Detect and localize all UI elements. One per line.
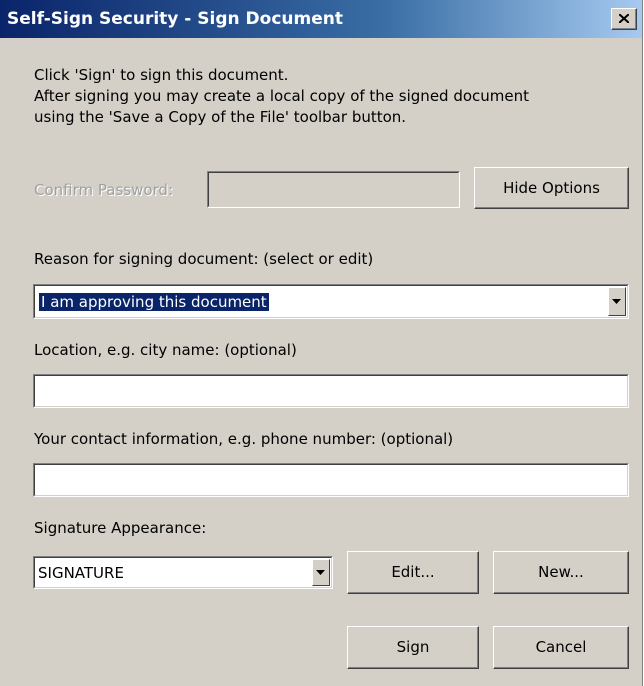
sign-button[interactable]: Sign xyxy=(347,626,479,669)
instruction-line-1: Click 'Sign' to sign this document. xyxy=(34,66,289,84)
chevron-down-icon xyxy=(316,569,325,575)
signature-appearance-dropdown-button[interactable] xyxy=(312,559,330,586)
close-button[interactable] xyxy=(611,8,637,30)
new-appearance-label: New... xyxy=(538,563,584,581)
instruction-line-2: After signing you may create a local cop… xyxy=(34,87,530,105)
close-icon xyxy=(619,14,629,23)
contact-field[interactable] xyxy=(33,463,629,497)
hide-options-label: Hide Options xyxy=(503,179,600,197)
edit-appearance-button[interactable]: Edit... xyxy=(347,551,479,594)
chevron-down-icon xyxy=(612,298,621,304)
signature-appearance-combobox[interactable]: SIGNATURE xyxy=(33,556,333,589)
location-label: Location, e.g. city name: (optional) xyxy=(34,341,297,359)
hide-options-button[interactable]: Hide Options xyxy=(474,167,629,209)
instructions: Click 'Sign' to sign this document. Afte… xyxy=(34,65,529,128)
title-bar[interactable]: Self-Sign Security - Sign Document xyxy=(0,0,642,38)
confirm-password-field[interactable] xyxy=(207,171,460,208)
location-field[interactable] xyxy=(33,374,629,408)
signature-appearance-label: Signature Appearance: xyxy=(34,519,207,537)
reason-combobox[interactable]: I am approving this document xyxy=(33,284,629,319)
new-appearance-button[interactable]: New... xyxy=(493,551,629,594)
contact-label: Your contact information, e.g. phone num… xyxy=(34,430,454,448)
window-title: Self-Sign Security - Sign Document xyxy=(7,9,343,29)
reason-dropdown-button[interactable] xyxy=(608,287,626,316)
sign-document-dialog: Self-Sign Security - Sign Document Click… xyxy=(0,0,643,686)
cancel-button[interactable]: Cancel xyxy=(493,626,629,669)
sign-label: Sign xyxy=(396,638,430,656)
cancel-label: Cancel xyxy=(535,638,587,656)
signature-appearance-value: SIGNATURE xyxy=(38,563,124,582)
reason-label: Reason for signing document: (select or … xyxy=(34,250,374,268)
reason-value: I am approving this document xyxy=(39,292,269,311)
instruction-line-3: using the 'Save a Copy of the File' tool… xyxy=(34,108,407,126)
confirm-password-label: Confirm Password: xyxy=(34,181,174,199)
edit-appearance-label: Edit... xyxy=(391,563,435,581)
